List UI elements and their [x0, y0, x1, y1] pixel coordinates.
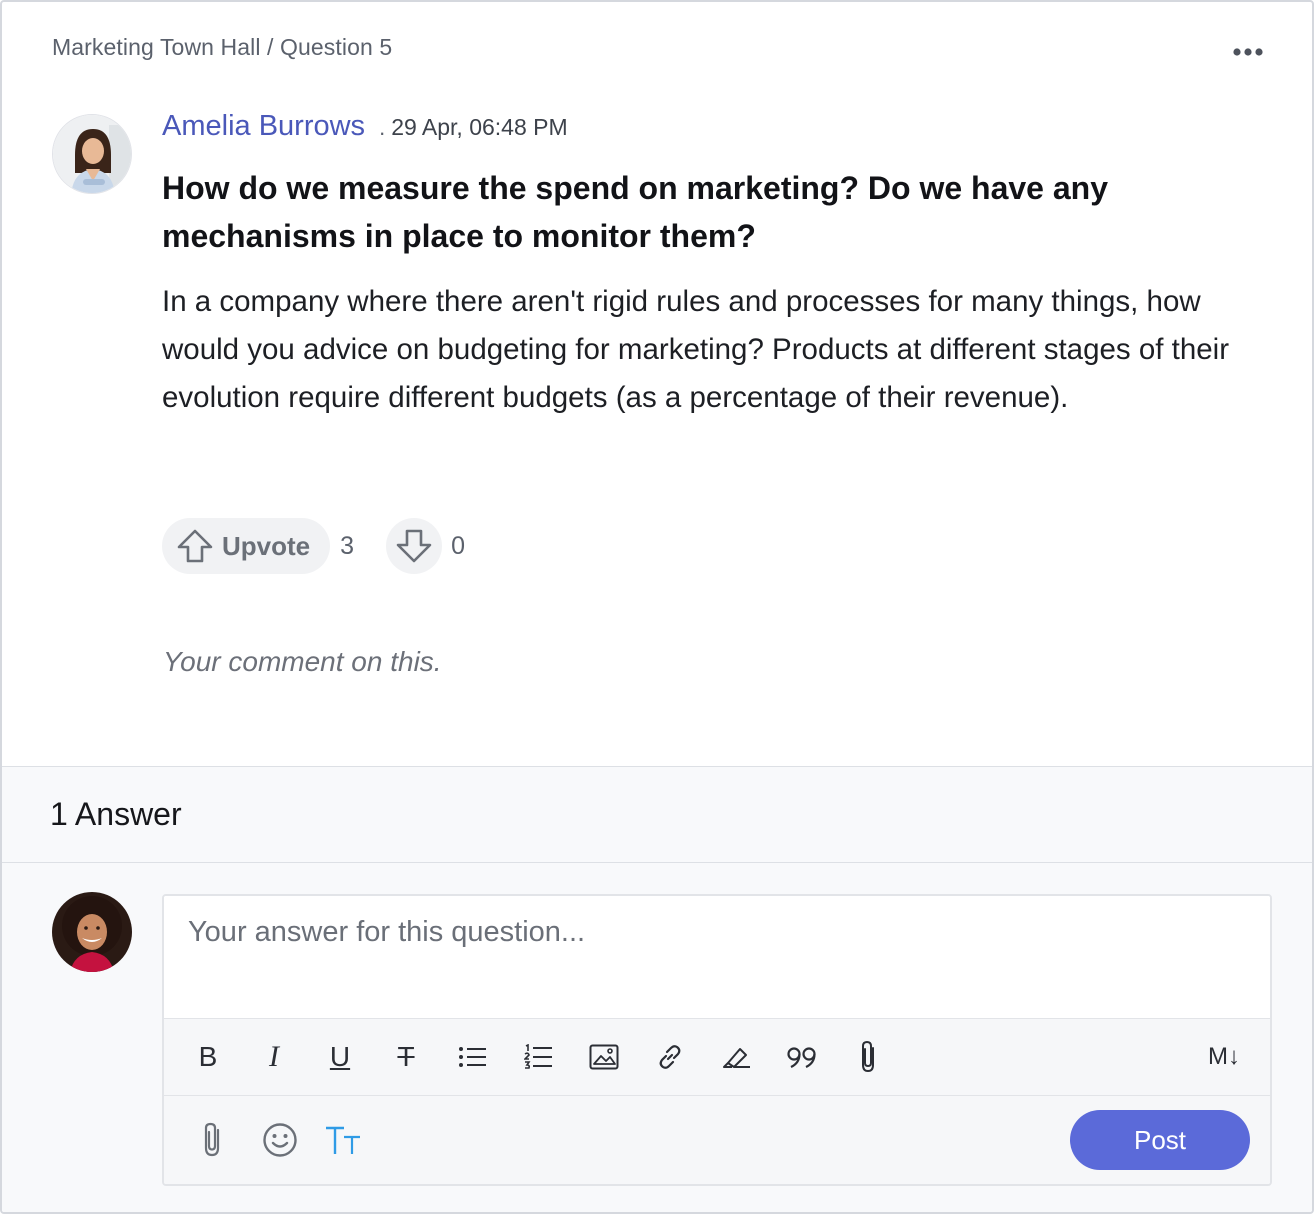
text-size-icon: [326, 1126, 360, 1154]
downvote-button[interactable]: [386, 518, 443, 574]
upvote-count: 3: [340, 531, 355, 560]
bold-icon: B: [198, 1041, 218, 1072]
breadcrumb[interactable]: Marketing Town Hall / Question 5: [52, 34, 392, 61]
downvote-icon: [396, 529, 432, 563]
quote-button[interactable]: [780, 1037, 824, 1077]
markdown-icon: M↓: [1208, 1043, 1240, 1070]
upvote-icon: [177, 529, 213, 563]
link-icon: [659, 1045, 681, 1069]
insert-link-button[interactable]: [648, 1037, 692, 1077]
attachment-icon: [862, 1040, 874, 1073]
answer-input[interactable]: [164, 896, 1270, 1018]
attachment-icon: [204, 1122, 220, 1157]
highlight-button[interactable]: [714, 1037, 758, 1077]
author-line: Amelia Burrows . 29 Apr, 06:48 PM: [162, 110, 568, 143]
vote-row: Upvote 3 0: [162, 518, 465, 574]
highlighter-icon: [723, 1048, 750, 1068]
answer-editor: B I U T: [162, 894, 1272, 1186]
meta-separator: .: [379, 115, 386, 140]
author-name-link[interactable]: Amelia Burrows: [162, 110, 365, 143]
more-options-button[interactable]: [1224, 40, 1272, 64]
strikethrough-icon: T: [397, 1041, 415, 1072]
underline-button[interactable]: U: [318, 1037, 362, 1077]
bulleted-list-button[interactable]: [450, 1037, 494, 1077]
post-button[interactable]: Post: [1070, 1110, 1250, 1170]
comment-input-prompt[interactable]: Your comment on this.: [163, 646, 442, 678]
italic-button[interactable]: I: [252, 1037, 296, 1077]
downvote-count: 0: [451, 531, 466, 560]
numbered-list-icon: [524, 1044, 552, 1069]
answers-count: 1 Answer: [50, 796, 182, 832]
bulleted-list-icon: [459, 1047, 486, 1067]
upvote-button[interactable]: Upvote: [162, 518, 331, 574]
emoji-icon: [263, 1123, 297, 1157]
attach-file-toolbar-button[interactable]: [846, 1037, 890, 1077]
more-options-icon: [1233, 48, 1263, 56]
current-user-avatar[interactable]: [52, 892, 132, 972]
quote-icon: [787, 1047, 816, 1068]
image-icon: [589, 1044, 619, 1070]
text-size-button[interactable]: [322, 1118, 366, 1162]
bold-button[interactable]: B: [186, 1037, 230, 1077]
numbered-list-button[interactable]: [516, 1037, 560, 1077]
underline-icon: U: [329, 1041, 351, 1072]
editor-bottom-bar: Post: [164, 1096, 1270, 1184]
formatting-toolbar: B I U T M↓: [164, 1018, 1270, 1096]
insert-image-button[interactable]: [582, 1037, 626, 1077]
emoji-button[interactable]: [258, 1118, 302, 1162]
attach-file-button[interactable]: [190, 1118, 234, 1162]
upvote-label: Upvote: [222, 530, 311, 561]
answers-header: 1 Answer: [2, 766, 1312, 863]
author-avatar[interactable]: [52, 114, 132, 194]
italic-icon: I: [269, 1040, 279, 1073]
question-card: Marketing Town Hall / Question 5 Amelia …: [0, 0, 1314, 1214]
strikethrough-button[interactable]: T: [384, 1037, 428, 1077]
question-body: In a company where there aren't rigid ru…: [162, 285, 1230, 414]
post-timestamp: 29 Apr, 06:48 PM: [391, 114, 568, 140]
question-title: How do we measure the spend on marketing…: [162, 170, 1108, 254]
markdown-toggle-button[interactable]: M↓: [1198, 1037, 1250, 1077]
